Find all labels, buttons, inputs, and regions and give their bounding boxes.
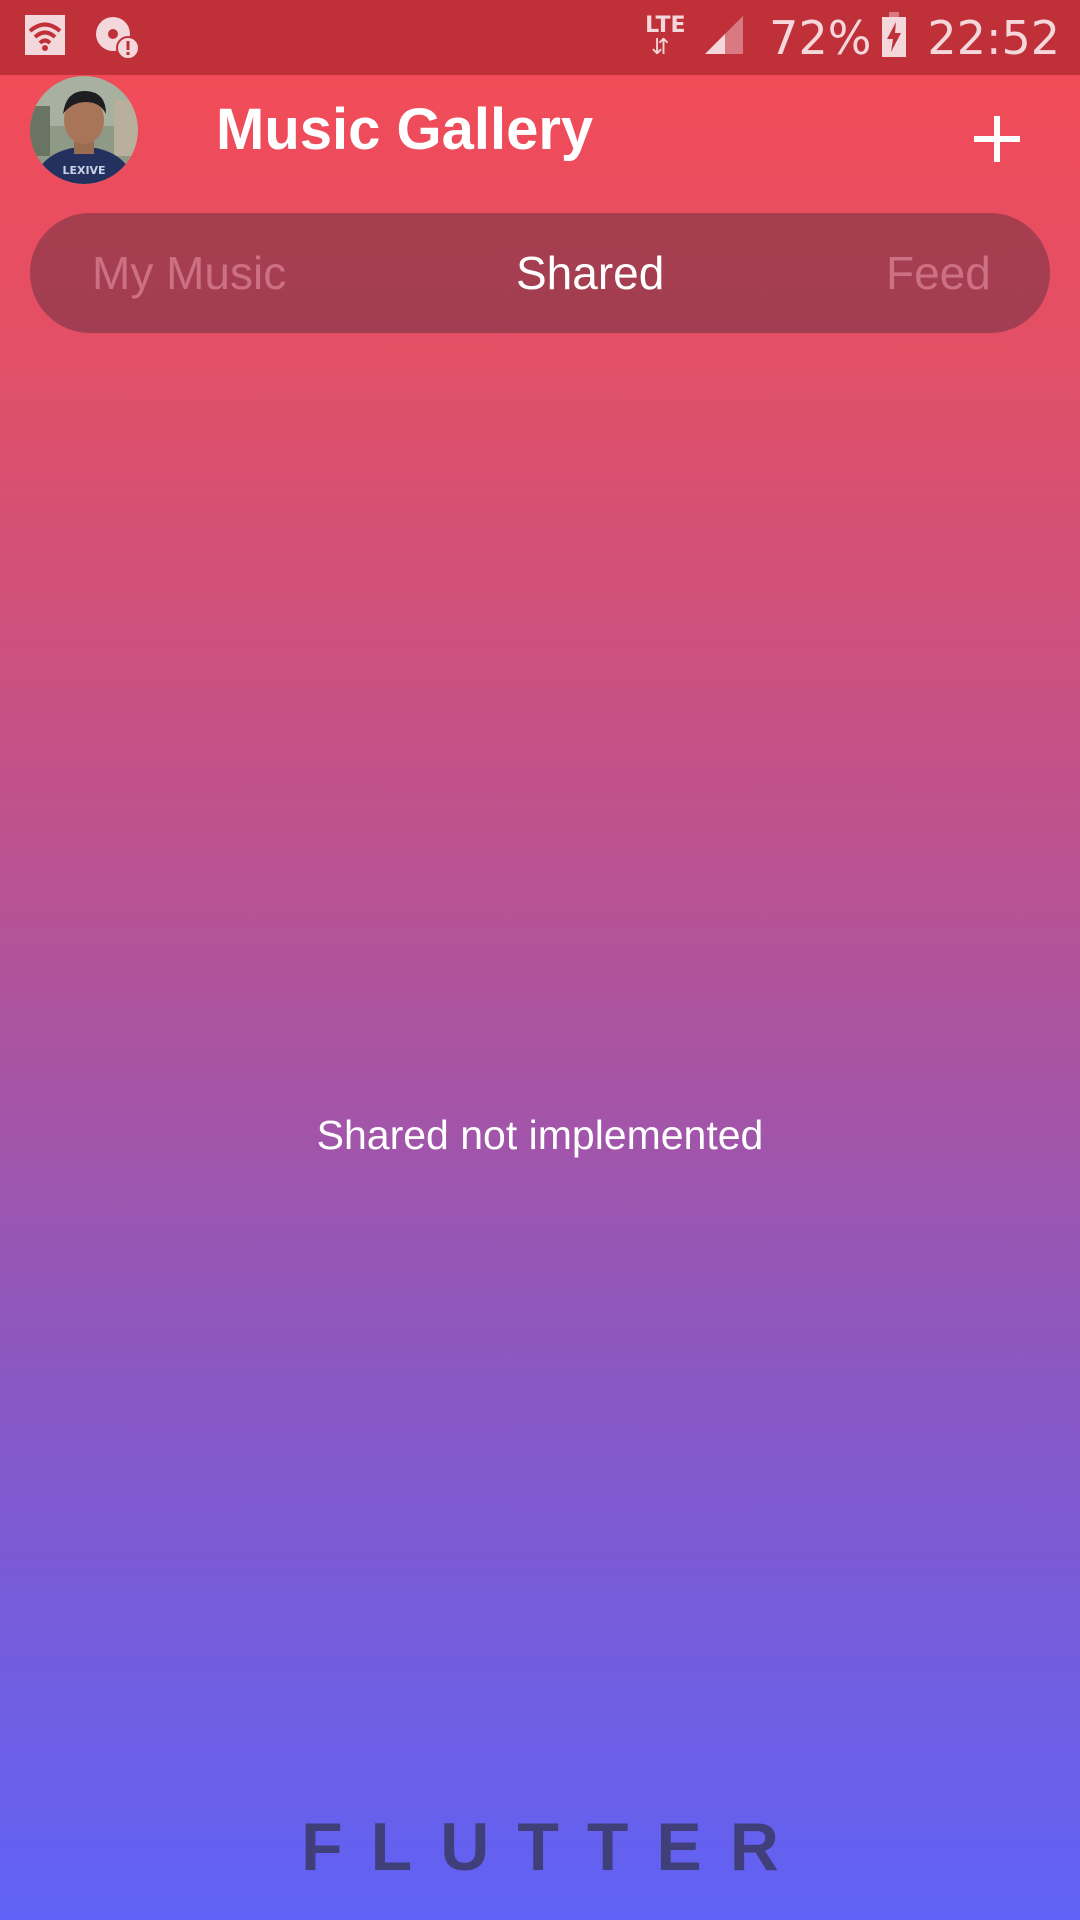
tab-feed[interactable]: Feed — [886, 213, 991, 333]
app-screen: LTE ⇵ 72% 22:52 LEXIVE Music Gallery My … — [0, 0, 1080, 1920]
wifi-icon — [24, 14, 66, 61]
plus-icon — [974, 116, 1020, 162]
clock: 22:52 — [927, 10, 1060, 65]
lte-indicator: LTE ⇵ — [643, 13, 689, 63]
status-right-group: LTE ⇵ 72% 22:52 — [643, 0, 1060, 75]
signal-icon — [703, 14, 745, 61]
svg-text:LEXIVE: LEXIVE — [62, 164, 105, 177]
network-type: LTE — [645, 12, 686, 38]
add-button[interactable] — [966, 108, 1028, 170]
data-arrows-icon: ⇵ — [651, 34, 670, 60]
brand-footer: FLUTTER — [301, 1809, 807, 1885]
tab-bar: My Music Shared Feed — [30, 213, 1050, 333]
empty-state-message: Shared not implemented — [316, 1112, 764, 1158]
tab-shared[interactable]: Shared — [516, 213, 664, 333]
user-avatar[interactable]: LEXIVE — [30, 76, 138, 184]
battery-percent: 72% — [769, 10, 872, 65]
data-saver-alert-icon — [94, 14, 140, 65]
page-title: Music Gallery — [216, 97, 594, 162]
status-bar: LTE ⇵ 72% 22:52 — [0, 0, 1080, 75]
battery-charging-icon — [881, 12, 907, 63]
tab-my-music[interactable]: My Music — [92, 213, 286, 333]
